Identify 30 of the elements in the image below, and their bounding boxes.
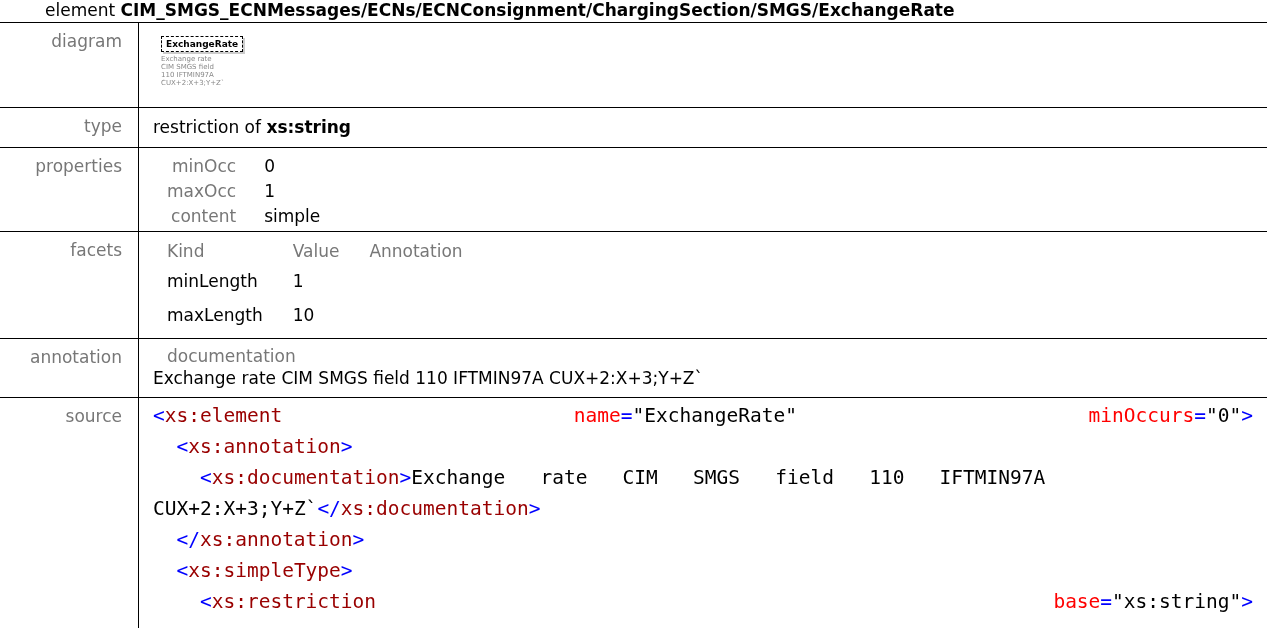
annotation-heading: documentation: [167, 345, 297, 367]
facet-kind: minLength: [167, 270, 258, 293]
code-line: </xs:annotation>: [175, 527, 366, 553]
property-value: 0: [264, 155, 275, 178]
code-line: <xs:element name="ExchangeRate" minOccurs="0">: [153, 403, 1254, 429]
element-box: ExchangeRate: [161, 36, 244, 52]
property-value: simple: [264, 205, 321, 228]
row-label: diagram: [0, 23, 139, 108]
code-line: <xs:restriction base="xs:string">: [198, 589, 1254, 615]
code-line: <xs:documentation>Exchange rate CIM SMGS field 110 IFTMIN97A CUX+2:X+3;Y+Z`</xs:documentation>: [153, 465, 1047, 522]
annotation-text: Exchange rate CIM SMGS field 110 IFTMIN97A CUX+2:X+3;Y+Z`: [153, 367, 705, 389]
element-title: element CIM_SMGS_ECNMessages/ECNs/ECNConsignment/ChargingSection/SMGS/ExchangeRate: [44, 0, 956, 22]
column-header: Kind: [167, 240, 205, 263]
type-text: restriction of xs:string: [153, 117, 352, 137]
property-name: maxOcc: [167, 180, 237, 203]
property-name: minOcc: [172, 155, 237, 178]
column-header: Value: [292, 240, 340, 263]
row-label: source: [0, 398, 139, 628]
column-header: Annotation: [369, 240, 463, 263]
row-label: facets: [0, 232, 139, 339]
facet-value: 10: [292, 304, 315, 327]
row-label: type: [0, 108, 139, 148]
code-line: <xs:simpleType>: [175, 558, 354, 584]
row-label: annotation: [0, 339, 139, 398]
facet-kind: maxLength: [167, 304, 263, 327]
row-label: properties: [0, 148, 139, 232]
property-name: content: [171, 205, 237, 228]
property-value: 1: [264, 180, 275, 203]
code-line: <xs:annotation>: [175, 434, 354, 460]
facet-value: 1: [292, 270, 304, 293]
